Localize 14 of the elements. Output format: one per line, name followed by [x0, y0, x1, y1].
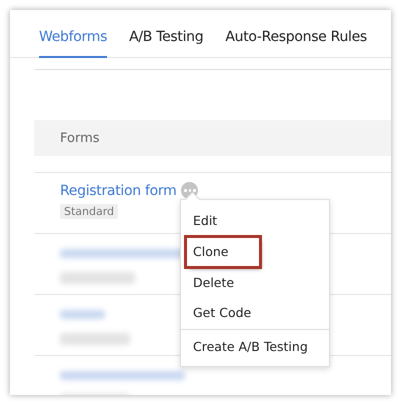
menu-item[interactable]: Edit: [187, 206, 224, 236]
tab[interactable]: Auto-Response Rules: [225, 27, 367, 58]
form-link[interactable]: Registration form: [60, 182, 176, 198]
tab[interactable]: A/B Testing: [129, 27, 204, 58]
menu-item[interactable]: Create A/B Testing: [187, 332, 314, 362]
blurred-tag: [60, 333, 130, 345]
menu-item[interactable]: Delete: [187, 268, 240, 298]
blurred-text: [60, 310, 105, 319]
tab[interactable]: Webforms: [39, 27, 108, 58]
more-icon[interactable]: [181, 182, 198, 199]
form-type-tag: Standard: [60, 204, 118, 219]
menu-item[interactable]: Get Code: [187, 298, 258, 328]
column-header: Forms: [60, 130, 100, 146]
menu-item[interactable]: Clone: [187, 238, 259, 266]
